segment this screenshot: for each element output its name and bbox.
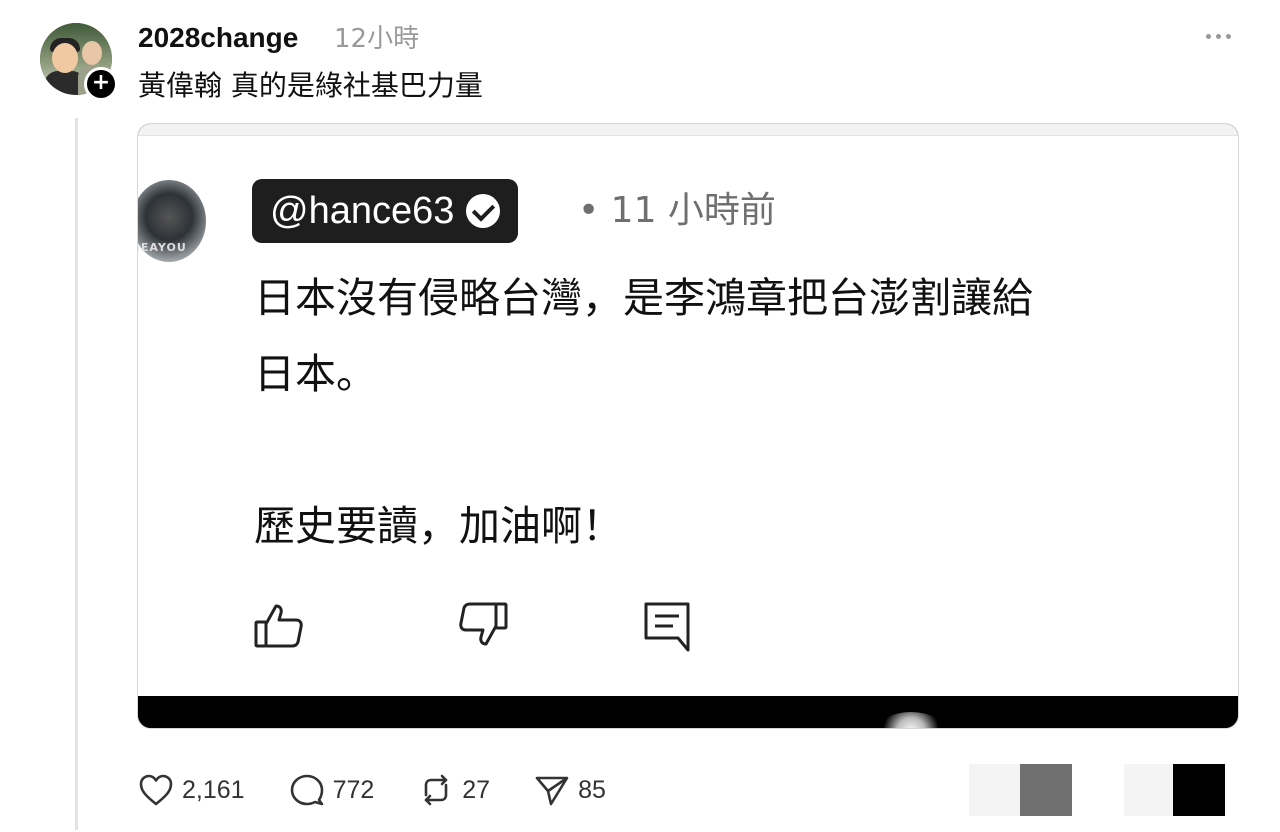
comment-bubble-icon [290, 774, 323, 806]
avatar-figure-right-face [82, 41, 102, 65]
post-text: 黃偉翰 真的是綠社基巴力量 [138, 69, 483, 102]
reply-comment-icon [640, 598, 696, 654]
commenter-handle: @hance63 [270, 190, 455, 232]
comment-count: 772 [332, 776, 375, 804]
pixelated-block [1020, 764, 1072, 816]
repost-count: 27 [462, 776, 491, 804]
verified-check-icon [466, 194, 501, 228]
thread-line [75, 118, 78, 830]
post-actions-bar: 2,161 772 27 85 [138, 770, 650, 810]
thumbs-down-icon [454, 598, 510, 654]
like-count: 2,161 [182, 776, 245, 804]
embedded-comment-screenshot: SEAYOU @hance63 • 11 小時前 日本沒有侵略台灣，是李鴻章把台… [138, 124, 1238, 696]
follow-plus-icon[interactable]: + [84, 67, 118, 101]
share-button[interactable]: 85 [534, 772, 606, 808]
author-username[interactable]: 2028change [138, 20, 298, 56]
send-icon [535, 776, 569, 806]
comment-text: 日本沒有侵略台灣，是李鴻章把台澎割讓給 日本。 歷史要讀，加油啊！ [254, 274, 1033, 550]
more-options-icon[interactable] [1203, 26, 1233, 46]
video-bottom-bar [138, 696, 1238, 728]
pixelated-block [969, 764, 1021, 816]
post-image[interactable]: SEAYOU @hance63 • 11 小時前 日本沒有侵略台灣，是李鴻章把台… [137, 123, 1239, 729]
heart-icon [139, 774, 173, 806]
dot [1215, 33, 1221, 39]
share-count: 85 [578, 776, 606, 804]
commenter-avatar: SEAYOU [137, 180, 206, 262]
comment-time: • 11 小時前 [578, 190, 776, 231]
video-glow [876, 712, 946, 728]
avatar-figure-left-face [52, 43, 78, 73]
post-timestamp: 12小時 [334, 24, 420, 54]
thumbs-up-icon [252, 598, 308, 654]
pixelated-block [1072, 764, 1124, 816]
avatar-watermark: SEAYOU [137, 241, 187, 254]
commenter-handle-pill: @hance63 [252, 179, 519, 243]
repost-icon [424, 774, 448, 806]
pixelated-block [1124, 764, 1174, 816]
pixelated-block [1173, 764, 1225, 816]
comment-button[interactable]: 772 [289, 772, 375, 808]
screenshot-top-edge [138, 124, 1238, 136]
like-button[interactable]: 2,161 [138, 772, 245, 808]
dot [1205, 33, 1211, 39]
dot [1225, 33, 1231, 39]
repost-button[interactable]: 27 [418, 772, 490, 808]
